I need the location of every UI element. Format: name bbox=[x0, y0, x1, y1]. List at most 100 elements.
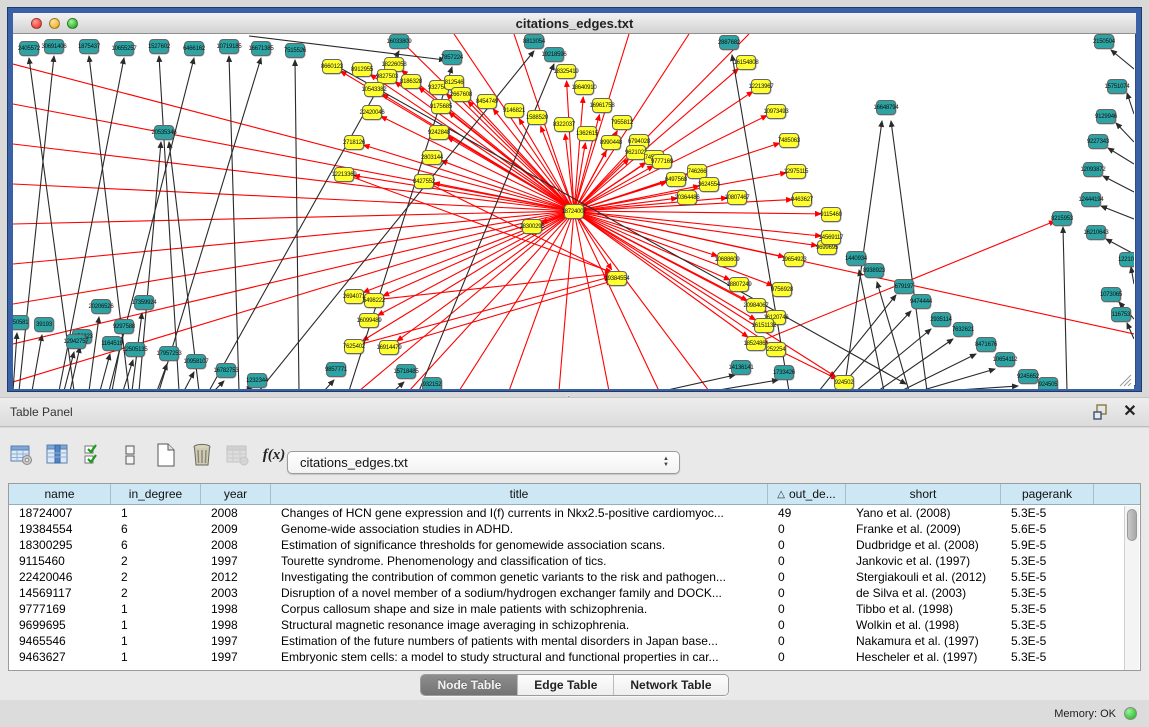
network-node[interactable]: 15718485 bbox=[396, 364, 416, 379]
network-node[interactable]: 18524861 bbox=[746, 336, 766, 351]
table-column-icon[interactable] bbox=[46, 443, 70, 467]
network-node[interactable]: 18807249 bbox=[729, 277, 749, 292]
network-node[interactable]: 19654923 bbox=[784, 252, 804, 267]
network-node[interactable]: 8813054 bbox=[524, 34, 544, 49]
network-node[interactable]: 16099489 bbox=[359, 313, 379, 328]
network-node[interactable]: 15751074 bbox=[1107, 79, 1127, 94]
network-node[interactable]: 12093872 bbox=[1083, 162, 1103, 177]
network-node[interactable]: 116753 bbox=[1111, 307, 1131, 322]
network-node[interactable]: 18300295 bbox=[522, 219, 542, 234]
network-node[interactable]: 10719185 bbox=[219, 39, 239, 54]
column-header-in_degree[interactable]: in_degree bbox=[111, 484, 201, 504]
network-node[interactable]: 17957253 bbox=[159, 346, 179, 361]
network-node[interactable]: 9146821 bbox=[504, 103, 524, 118]
network-node[interactable]: 1362615 bbox=[577, 126, 597, 141]
select-columns-icon[interactable] bbox=[82, 443, 106, 467]
network-node[interactable]: 2150504 bbox=[1094, 34, 1114, 49]
network-node[interactable]: 10958107 bbox=[186, 354, 206, 369]
network-node[interactable]: 14136141 bbox=[731, 360, 751, 375]
table-row[interactable]: 1830029562008Estimation of significance … bbox=[9, 537, 1140, 553]
network-node[interactable]: 9777169 bbox=[652, 154, 672, 169]
table-row[interactable]: 969969511998Structural magnetic resonanc… bbox=[9, 617, 1140, 633]
network-node[interactable]: 2803144 bbox=[422, 150, 442, 165]
network-node[interactable]: 8912955 bbox=[352, 62, 372, 77]
float-panel-icon[interactable] bbox=[1093, 404, 1109, 420]
network-node[interactable]: 39193 bbox=[34, 317, 54, 332]
network-node[interactable]: 2667608 bbox=[451, 87, 471, 102]
table-row[interactable]: 946362711997Embryonic stem cells: a mode… bbox=[9, 649, 1140, 665]
network-node[interactable]: 9857771 bbox=[326, 362, 346, 377]
network-node[interactable]: 16210643 bbox=[1086, 225, 1106, 240]
network-node[interactable]: 150581 bbox=[13, 315, 29, 330]
network-node[interactable]: 9297588 bbox=[114, 319, 134, 334]
network-node[interactable]: 1527602 bbox=[149, 39, 169, 54]
network-node[interactable]: 9463627 bbox=[792, 192, 812, 207]
network-node[interactable]: 22420046 bbox=[362, 105, 382, 120]
table-selector-combobox[interactable]: citations_edges.txt ▲▼ bbox=[287, 451, 680, 474]
network-node[interactable]: 2935114 bbox=[931, 312, 951, 327]
row-height-icon[interactable] bbox=[118, 443, 142, 467]
column-header-pagerank[interactable]: pagerank bbox=[1001, 484, 1094, 504]
network-node[interactable]: 7857224 bbox=[442, 50, 462, 65]
network-node[interactable]: 20535346 bbox=[154, 125, 174, 140]
network-node[interactable]: 16782753 bbox=[216, 363, 236, 378]
network-node[interactable]: 12942757 bbox=[66, 334, 86, 349]
network-node[interactable]: 20364486 bbox=[677, 190, 697, 205]
network-window-titlebar[interactable]: citations_edges.txt bbox=[13, 13, 1136, 34]
network-node[interactable]: 2718126 bbox=[344, 135, 364, 150]
network-node[interactable]: 16648794 bbox=[876, 100, 896, 115]
network-node[interactable]: 16914479 bbox=[379, 340, 399, 355]
network-node[interactable]: 252254 bbox=[766, 342, 786, 357]
network-node[interactable]: 19384554 bbox=[607, 271, 627, 286]
tab-network-table[interactable]: Network Table bbox=[614, 675, 727, 695]
network-node[interactable]: 1588520 bbox=[527, 110, 547, 125]
network-node[interactable]: 8990448 bbox=[601, 135, 621, 150]
network-node[interactable]: 7625402 bbox=[344, 339, 364, 354]
network-node[interactable]: 9129946 bbox=[1096, 109, 1116, 124]
close-panel-icon[interactable]: ✕ bbox=[1123, 405, 1137, 419]
table-row[interactable]: 2242004622012Investigating the contribut… bbox=[9, 569, 1140, 585]
network-node[interactable]: 16033809 bbox=[389, 34, 409, 49]
network-node[interactable]: 10688609 bbox=[717, 252, 737, 267]
network-node[interactable]: 7955812 bbox=[612, 115, 632, 130]
network-node[interactable]: 6497568 bbox=[666, 172, 686, 187]
network-node[interactable]: 16671385 bbox=[251, 41, 271, 56]
network-node[interactable]: 18640910 bbox=[574, 80, 594, 95]
network-node[interactable]: 1221064 bbox=[1119, 252, 1134, 267]
table-row[interactable]: 1938455462009Genome-wide association stu… bbox=[9, 521, 1140, 537]
function-builder-icon[interactable]: f(x) bbox=[262, 443, 286, 467]
network-node[interactable]: 18325419 bbox=[556, 64, 576, 79]
network-node[interactable]: 8454749 bbox=[477, 94, 497, 109]
scrollbar-thumb[interactable] bbox=[1127, 509, 1137, 541]
network-node[interactable]: 10807467 bbox=[727, 190, 747, 205]
network-node[interactable]: 1733426 bbox=[774, 365, 794, 380]
network-node[interactable]: 932152 bbox=[422, 377, 442, 389]
table-row[interactable]: 1872400712008Changes of HCN gene express… bbox=[9, 505, 1140, 521]
network-node[interactable]: 10655257 bbox=[114, 41, 134, 56]
network-node[interactable]: 924502 bbox=[834, 375, 854, 389]
column-header-name[interactable]: name bbox=[9, 484, 111, 504]
network-node[interactable]: 8660123 bbox=[322, 59, 342, 74]
delete-table-icon[interactable] bbox=[190, 443, 214, 467]
network-node[interactable]: 2887682 bbox=[719, 35, 739, 50]
network-node[interactable]: 16154808 bbox=[736, 55, 756, 70]
network-canvas[interactable]: 1872400786601238912955182260589827503105… bbox=[13, 34, 1134, 389]
network-node[interactable]: 6466162 bbox=[184, 41, 204, 56]
column-header-out_de[interactable]: △out_de... bbox=[768, 484, 846, 504]
column-header-title[interactable]: title bbox=[271, 484, 768, 504]
network-node[interactable]: 5498222 bbox=[364, 293, 384, 308]
table-row[interactable]: 911546021997Tourette syndrome. Phenomeno… bbox=[9, 553, 1140, 569]
network-node[interactable]: 10543382 bbox=[364, 82, 384, 97]
network-node[interactable]: 1164519 bbox=[102, 336, 122, 351]
network-node[interactable]: 7485063 bbox=[779, 133, 799, 148]
network-node[interactable]: 2694071 bbox=[344, 289, 364, 304]
network-node[interactable]: 16151132 bbox=[754, 318, 774, 333]
network-node[interactable]: 10973493 bbox=[766, 104, 786, 119]
network-node[interactable]: 17359924 bbox=[134, 295, 154, 310]
network-node[interactable]: 7632621 bbox=[953, 322, 973, 337]
network-node[interactable]: 8322037 bbox=[554, 117, 574, 132]
table-settings-icon[interactable] bbox=[10, 443, 34, 467]
table-row[interactable]: 1456911722003Disruption of a novel membe… bbox=[9, 585, 1140, 601]
network-node[interactable]: 12444194 bbox=[1081, 192, 1101, 207]
import-table-icon[interactable] bbox=[226, 443, 250, 467]
